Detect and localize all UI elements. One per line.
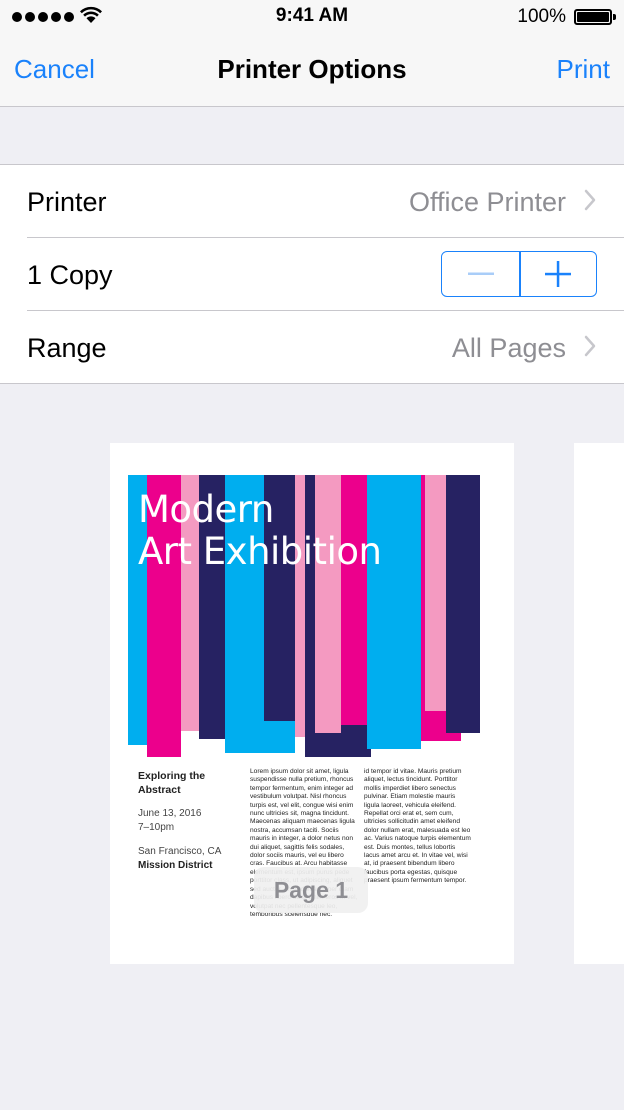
copies-row: 1 Copy bbox=[0, 238, 624, 311]
next-page-preview[interactable] bbox=[574, 443, 624, 964]
body-text-column-2: id tempor id vitae. Mauris pretium aliqu… bbox=[364, 768, 471, 886]
printer-value: Office Printer bbox=[408, 187, 566, 217]
increment-button[interactable] bbox=[519, 252, 596, 295]
event-district: Mission District bbox=[138, 860, 213, 871]
chevron-right-icon bbox=[584, 335, 596, 357]
page-title: Printer Options bbox=[217, 54, 407, 84]
event-city: San Francisco, CA bbox=[138, 846, 222, 857]
plus-icon bbox=[544, 260, 571, 287]
page-preview[interactable]: Modern Art Exhibition Exploring the Abst… bbox=[110, 443, 514, 964]
chevron-right-icon bbox=[584, 189, 596, 211]
event-subtitle-line2: Abstract bbox=[138, 784, 181, 796]
page-number-label: Page 1 bbox=[254, 867, 368, 913]
copies-label: 1 Copy bbox=[27, 260, 113, 290]
navigation-bar: Cancel Printer Options Print bbox=[0, 34, 624, 107]
poster-title: Modern Art Exhibition bbox=[138, 488, 382, 573]
printer-row[interactable]: Printer Office Printer bbox=[0, 165, 624, 238]
battery-icon bbox=[574, 9, 616, 25]
event-subtitle-line1: Exploring the bbox=[138, 770, 206, 782]
status-bar: 9:41 AM 100% bbox=[0, 0, 624, 34]
range-row[interactable]: Range All Pages bbox=[0, 311, 624, 384]
event-time: 7–10pm bbox=[138, 822, 175, 833]
event-date: June 13, 2016 bbox=[138, 808, 202, 819]
battery-percentage: 100% bbox=[517, 6, 566, 27]
copies-stepper[interactable] bbox=[441, 251, 597, 297]
minus-icon bbox=[467, 272, 494, 275]
printer-settings-list: Printer Office Printer 1 Copy Range All … bbox=[0, 164, 624, 384]
event-info: Exploring the Abstract June 13, 2016 7–1… bbox=[138, 769, 248, 873]
decrement-button[interactable] bbox=[442, 252, 519, 295]
range-label: Range bbox=[27, 333, 107, 363]
range-value: All Pages bbox=[451, 333, 566, 363]
print-button[interactable]: Print bbox=[557, 54, 610, 85]
poster-artwork: Modern Art Exhibition bbox=[128, 475, 480, 757]
printer-label: Printer bbox=[27, 187, 107, 217]
